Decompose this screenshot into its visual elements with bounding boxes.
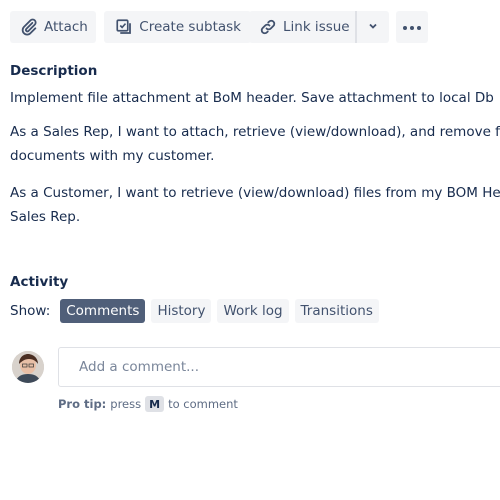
pro-tip-press: press [110, 397, 142, 411]
create-subtask-button[interactable]: Create subtask [104, 11, 251, 43]
show-label: Show: [10, 303, 51, 319]
description-line: Sales Rep. [10, 209, 81, 225]
tab-history[interactable]: History [151, 299, 212, 323]
chevron-down-icon [368, 19, 378, 35]
description-line: documents with my customer. [10, 148, 215, 164]
attach-label: Attach [44, 19, 88, 35]
description-line: Implement file attachment at BoM header.… [10, 90, 494, 106]
more-icon [402, 19, 422, 35]
description-line: As a Sales Rep, I want to attach, retrie… [10, 124, 500, 140]
description-paragraph[interactable]: Implement file attachment at BoM header.… [10, 86, 494, 110]
pro-tip-label: Pro tip: [58, 397, 107, 411]
link-issue-label: Link issue [283, 19, 350, 35]
avatar [12, 351, 44, 383]
tab-transitions[interactable]: Transitions [294, 299, 379, 323]
attach-button[interactable]: Attach [10, 11, 96, 43]
description-line: As a Customer, I want to retrieve (view/… [10, 185, 500, 201]
activity-heading: Activity [10, 274, 69, 290]
link-issue-group: Link issue [249, 11, 389, 43]
link-issue-button[interactable]: Link issue [249, 11, 355, 43]
comment-input[interactable] [79, 359, 497, 375]
pro-tip-suffix: to comment [168, 397, 238, 411]
link-icon [259, 17, 277, 37]
tab-work-log[interactable]: Work log [217, 299, 289, 323]
description-paragraph[interactable]: As a Customer, I want to retrieve (view/… [10, 181, 500, 229]
keyboard-shortcut-key: M [145, 396, 165, 412]
tab-comments[interactable]: Comments [60, 299, 146, 323]
description-paragraph[interactable]: As a Sales Rep, I want to attach, retrie… [10, 120, 500, 168]
activity-filter-bar: Show: Comments History Work log Transiti… [10, 299, 385, 323]
more-actions-button[interactable] [396, 11, 428, 43]
comment-box[interactable] [58, 347, 500, 387]
link-issue-dropdown-button[interactable] [357, 11, 389, 43]
description-heading: Description [10, 63, 98, 79]
create-subtask-label: Create subtask [139, 19, 241, 35]
subtask-icon [114, 17, 133, 37]
paperclip-icon [20, 17, 38, 37]
pro-tip: Pro tip: press M to comment [58, 396, 238, 412]
